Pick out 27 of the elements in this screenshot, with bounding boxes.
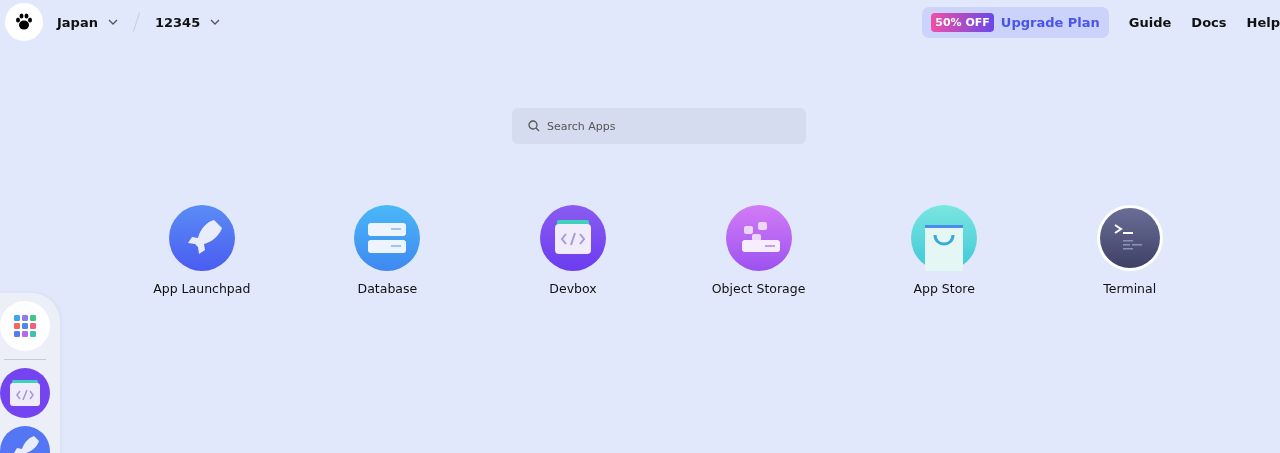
region-dropdown[interactable]: Japan <box>53 14 122 30</box>
app-label[interactable]: Database <box>357 281 418 296</box>
upgrade-plan-label: Upgrade Plan <box>1000 14 1100 30</box>
database-icon[interactable] <box>353 204 422 272</box>
chevron-down-icon <box>107 19 118 25</box>
terminal-icon[interactable] <box>1095 204 1164 272</box>
discount-badge: 50% OFF <box>931 12 994 32</box>
search-icon <box>528 120 540 132</box>
app-label[interactable]: App Store <box>913 281 975 296</box>
app-label[interactable]: Devbox <box>549 281 597 296</box>
shopping-bag-icon[interactable] <box>910 204 979 272</box>
workspace-dropdown[interactable]: 12345 <box>150 14 225 30</box>
nav-link[interactable]: Guide <box>1128 14 1172 30</box>
app-grid-icon[interactable] <box>0 301 50 351</box>
search-field[interactable]: Search Apps <box>512 108 806 144</box>
storage-blocks-icon[interactable] <box>724 204 793 272</box>
nav-link[interactable]: Docs <box>1191 14 1227 30</box>
rocket-icon[interactable] <box>167 204 236 272</box>
nav-link[interactable]: Help <box>1246 14 1280 30</box>
upgrade-plan-button[interactable]: 50% OFF Upgrade Plan <box>922 6 1109 38</box>
code-folder-icon[interactable] <box>539 204 607 272</box>
app-label[interactable]: Terminal <box>1103 281 1157 296</box>
app-label[interactable]: Object Storage <box>711 281 806 296</box>
code-folder-icon[interactable] <box>0 368 50 418</box>
paw-logo-icon[interactable] <box>5 3 43 41</box>
chevron-down-icon <box>210 19 221 25</box>
app-label[interactable]: App Launchpad <box>153 281 251 296</box>
